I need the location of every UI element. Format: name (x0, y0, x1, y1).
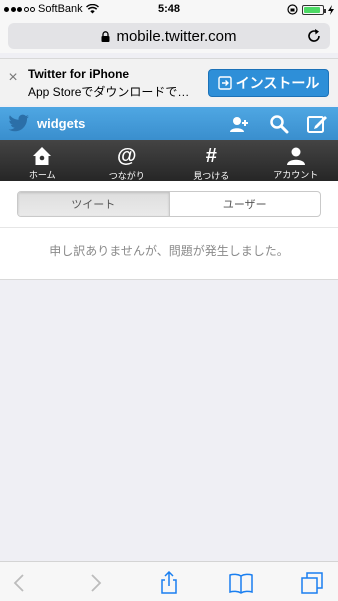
twitter-header: widgets (0, 107, 338, 140)
error-message: 申し訳ありませんが、問題が発生しました。 (49, 244, 289, 258)
tab-tweets[interactable]: ツイート (18, 192, 169, 216)
tabs-icon[interactable] (300, 571, 324, 595)
app-install-banner: × Twitter for iPhone App Storeでダウンロードで… … (0, 58, 338, 105)
nav-item-connect[interactable]: @ つながり (85, 140, 170, 181)
nav-label: ホーム (28, 170, 56, 180)
nav-label: アカウント (273, 170, 319, 180)
charging-icon (328, 4, 334, 15)
status-right (287, 4, 334, 15)
back-icon[interactable] (8, 571, 32, 595)
nav-item-account[interactable]: アカウント (254, 140, 338, 181)
search-results-panel: ツイート ユーザー 申し訳ありませんが、問題が発生しました。 (0, 181, 338, 280)
account-title: widgets (37, 116, 86, 131)
close-icon[interactable]: × (6, 70, 20, 86)
hash-icon: # (205, 145, 217, 167)
install-label: インストール (235, 75, 320, 91)
share-icon[interactable] (157, 571, 181, 595)
main-nav: ホーム @ つながり # 見つける アカウント (0, 140, 338, 181)
battery-icon (302, 4, 326, 15)
person-icon (286, 145, 306, 166)
search-icon[interactable] (268, 113, 290, 135)
lock-icon (101, 30, 110, 42)
nav-item-home[interactable]: ホーム (0, 140, 85, 181)
add-user-icon[interactable] (228, 113, 250, 135)
banner-subtitle: App Storeでダウンロードで… (28, 85, 190, 99)
status-bar: SoftBank 5:48 (0, 0, 338, 20)
address-bar-area: mobile.twitter.com (0, 20, 338, 53)
bookmarks-icon[interactable] (229, 571, 253, 595)
twitter-bird-icon[interactable] (8, 114, 30, 132)
home-icon (32, 145, 52, 166)
rotation-lock-icon (287, 4, 298, 15)
install-icon (217, 76, 232, 90)
forward-icon[interactable] (83, 571, 107, 595)
at-icon: @ (116, 145, 137, 167)
browser-toolbar (0, 561, 338, 601)
reload-icon[interactable] (306, 28, 322, 44)
result-type-toggle: ツイート ユーザー (17, 191, 321, 217)
address-bar[interactable]: mobile.twitter.com (8, 23, 330, 49)
install-button[interactable]: インストール (208, 69, 329, 97)
tab-users[interactable]: ユーザー (168, 192, 321, 216)
nav-item-discover[interactable]: # 見つける (169, 140, 254, 181)
compose-icon[interactable] (306, 113, 328, 135)
divider (0, 227, 338, 228)
banner-title: Twitter for iPhone (28, 67, 130, 81)
url-text: mobile.twitter.com (116, 27, 237, 45)
